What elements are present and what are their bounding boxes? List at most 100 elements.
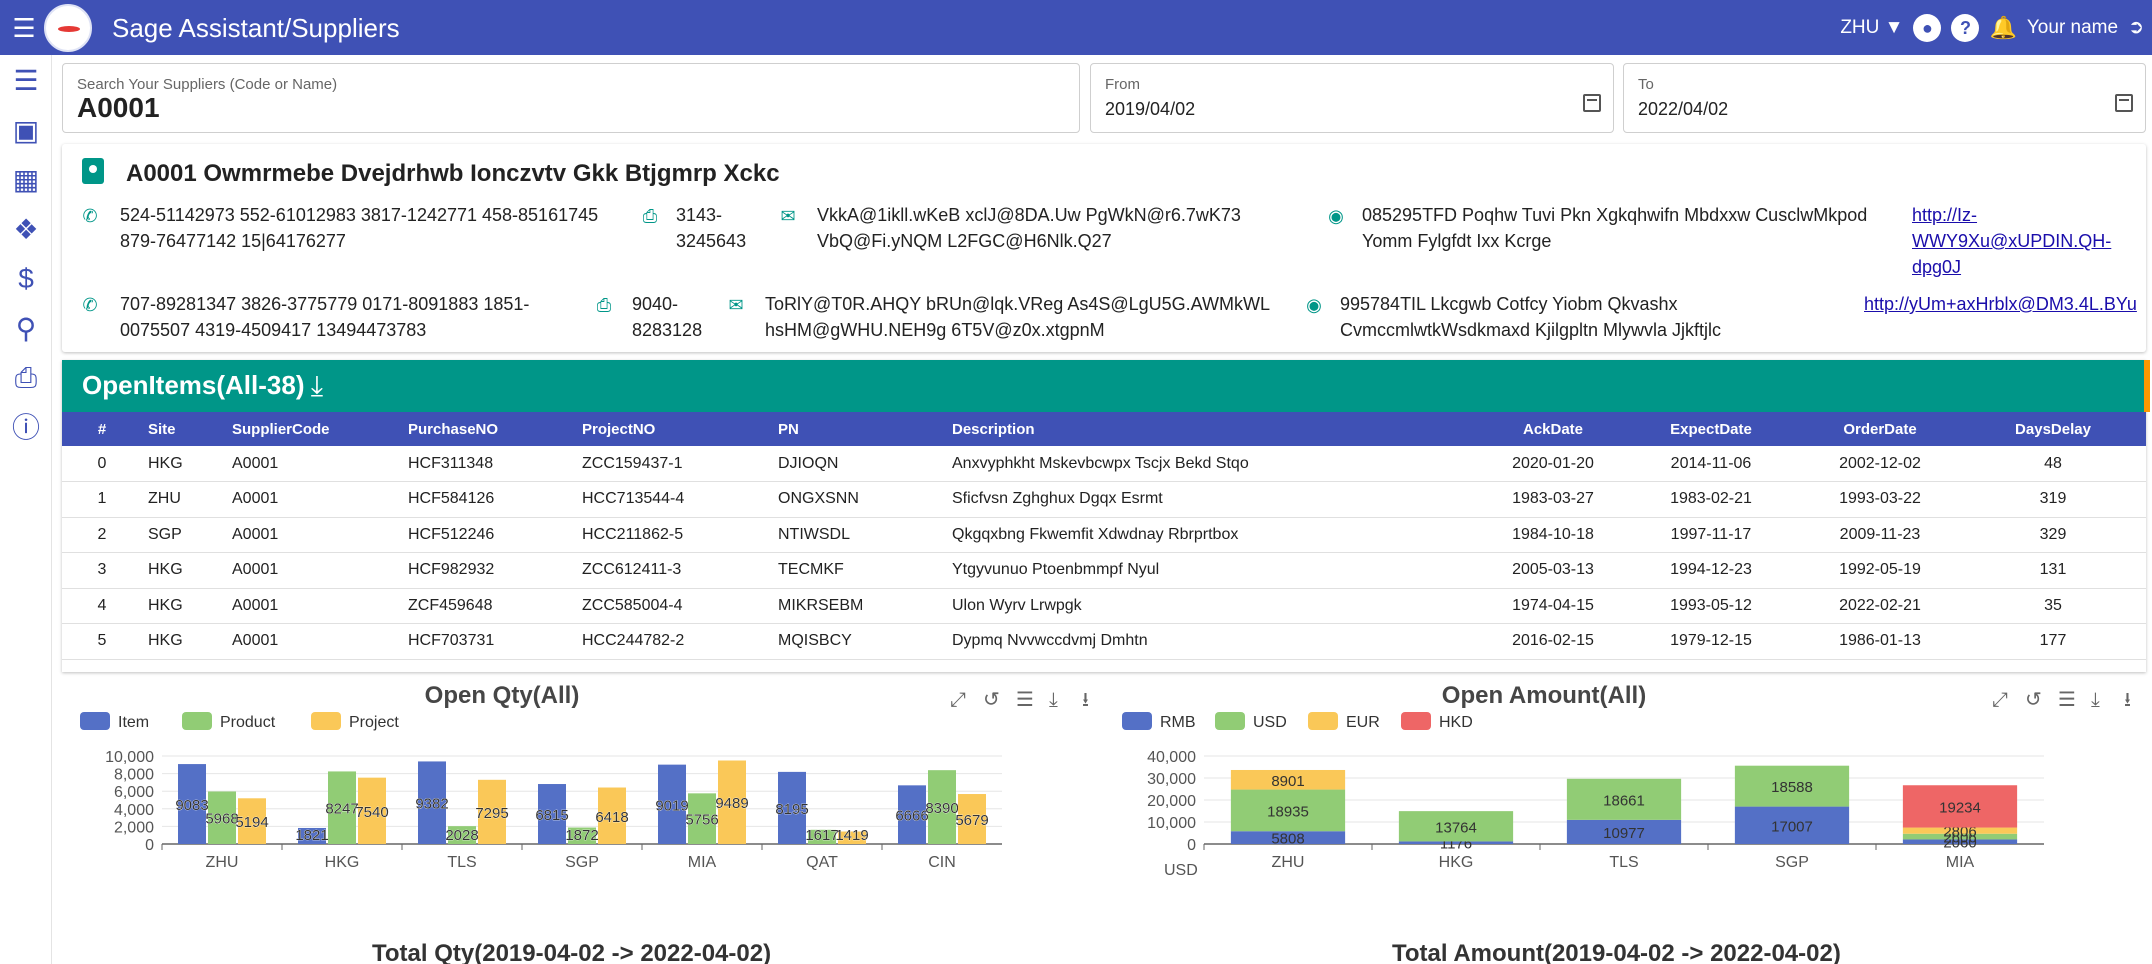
table-body: 0 HKG A0001 HCF311348 ZCC159437-1 DJIOQN Anxvy… (62, 446, 2146, 660)
website-link[interactable]: http://Iz- WWY9Xu@xUPDIN.QH- dpg0J (1912, 202, 2111, 280)
x-tick-label: ZHU (206, 854, 239, 871)
restore-icon: ⤓ (1049, 687, 1058, 711)
data-label: 6815 (535, 807, 568, 824)
restore-icon: ⤓ (2091, 687, 2100, 711)
y-tick-label: 20,000 (1147, 793, 1196, 810)
bell-icon[interactable]: 🔔 (1989, 15, 2016, 41)
site-label: ZHU (1840, 16, 1880, 38)
grid-icon[interactable]: ▦ (6, 160, 46, 200)
column-header[interactable]: # (62, 412, 142, 446)
column-header[interactable]: AckDate (1484, 412, 1622, 446)
column-header[interactable]: PurchaseNO (402, 412, 576, 446)
x-tick-label: TLS (1609, 854, 1638, 871)
phone-line: 524-51142973 552-61012983 3817-1242771 4… (120, 205, 599, 225)
table-cell: HCC211862-5 (576, 517, 772, 553)
table-row[interactable]: 0 HKG A0001 HCF311348 ZCC159437-1 DJIOQN Anxvy… (62, 446, 2146, 482)
open-amount-chart: Open Amount(All) RMB USD EUR HKD ⤢ ↺ ☰ ⤓ ⭳ 40,000… (1104, 672, 2144, 964)
data-label: 8901 (1271, 773, 1304, 790)
to-date-input[interactable]: 2022/04/02 (1638, 99, 1728, 120)
calendar-icon[interactable] (1583, 94, 1601, 112)
data-label: 18935 (1267, 803, 1309, 820)
url-line[interactable]: http://Iz- (1912, 205, 1977, 225)
dollar-icon[interactable]: $ (6, 259, 46, 299)
x-tick-label: MIA (1946, 854, 1975, 871)
legend-label: Project (349, 714, 399, 731)
column-header[interactable]: Site (142, 412, 226, 446)
table-cell: MIKRSEBM (772, 588, 946, 624)
logout-icon[interactable]: ➲ (2128, 16, 2144, 39)
y-tick-label: 40,000 (1147, 749, 1196, 766)
sidebar: ☰ ▣ ▦ ❖ $ ⚲ ⎙ ⓘ (0, 55, 52, 964)
supplier-search-field[interactable]: Search Your Suppliers (Code or Name) A00… (62, 63, 1080, 133)
download-icon[interactable]: ⤓ (302, 370, 332, 402)
calendar-icon[interactable] (2115, 94, 2133, 112)
avatar[interactable]: ● (1913, 13, 1942, 42)
url-line[interactable]: dpg0J (1912, 257, 1961, 277)
user-name[interactable]: Your name (2027, 17, 2118, 39)
column-header[interactable]: ProjectNO (576, 412, 772, 446)
x-tick-label: MIA (688, 854, 717, 871)
table-cell: Sficfvsn Zghghux Dgqx Esrmt (946, 481, 1484, 518)
open-items-panel: OpenItems(All-38) ⤓ # Site SupplierCode Pur… (62, 360, 2150, 672)
from-date-field[interactable]: From 2019/04/02 (1090, 63, 1614, 133)
column-header[interactable]: OrderDate (1800, 412, 1960, 446)
column-header[interactable]: ExpectDate (1622, 412, 1800, 446)
list-icon[interactable]: ☰ (6, 61, 46, 101)
y-tick-label: 4,000 (114, 802, 154, 819)
url-line[interactable]: WWY9Xu@xUPDIN.QH- (1912, 231, 2111, 251)
from-date-input[interactable]: 2019/04/02 (1105, 99, 1195, 120)
address-line: Yomm Fylgfdt Ixx Kcrge (1362, 231, 1552, 251)
info-icon[interactable]: ⓘ (6, 408, 46, 448)
cubes-icon[interactable]: ▣ (6, 111, 46, 151)
column-header[interactable]: Description (946, 412, 1484, 446)
zoom-icon: ⤢ (950, 687, 966, 711)
supplier-card: A0001 Owmrmebe Dvejdrhwb Ionczvtv Gkk Bt… (62, 144, 2146, 352)
data-label: 5194 (235, 814, 268, 831)
search-input[interactable]: A0001 (77, 92, 160, 124)
site-selector[interactable]: ZHU ▼ (1840, 17, 1903, 39)
phone-line: 879-76477142 15|64176277 (120, 231, 346, 251)
print-icon[interactable]: ⎙ (6, 358, 46, 398)
search-money-icon[interactable]: ⚲ (6, 309, 46, 349)
table-cell: 1983-03-27 (1484, 481, 1622, 518)
data-label: 13764 (1435, 819, 1477, 836)
data-label: 6666 (895, 808, 928, 825)
data-label: 8195 (775, 801, 808, 818)
url-line[interactable]: http://yUm+axHrblx@DM3.4L.BYu (1864, 294, 2137, 314)
table-cell: ZCC585004-4 (576, 588, 772, 624)
data-label: 18588 (1771, 779, 1813, 796)
table-cell: HCF311348 (402, 446, 576, 482)
x-tick-label: ZHU (1272, 854, 1305, 871)
table-cell: HCC244782-2 (576, 623, 772, 660)
column-header[interactable]: PN (772, 412, 946, 446)
table-row[interactable]: 3 HKG A0001 HCF982932 ZCC612411-3 TECMKF Ytgyv… (62, 552, 2146, 589)
to-date-field[interactable]: To 2022/04/02 (1623, 63, 2146, 133)
table-cell: HKG (142, 623, 226, 660)
table-cell: Ytgyvunuo Ptoenbmmpf Nyul (946, 552, 1484, 589)
table-row[interactable]: 2 SGP A0001 HCF512246 HCC211862-5 NTIWSDL Qkgq… (62, 517, 2146, 553)
app-header: ☰ Sage Assistant/Suppliers ZHU ▼ ● ? 🔔 Y… (0, 0, 2152, 55)
data-label: 7540 (355, 804, 388, 821)
table-row[interactable]: 5 HKG A0001 HCF703731 HCC244782-2 MQISBCY Dypm… (62, 623, 2146, 660)
menu-toggle-icon[interactable]: ☰ (6, 12, 42, 44)
address-line: CvmccmlwtkWsdkmaxd Kjilgpltn Mlywvla Jjk… (1340, 320, 1722, 340)
help-icon[interactable]: ? (1951, 13, 1980, 42)
website-link[interactable]: http://yUm+axHrblx@DM3.4L.BYu (1864, 291, 2137, 317)
fax-line: 8283128 (632, 320, 703, 340)
table-cell: NTIWSDL (772, 517, 946, 553)
data-view-icon: ☰ (2058, 687, 2076, 711)
open-qty-chart: Open Qty(All) Item Product Project ⤢ ↺ ☰ ⤓ ⭳ 10,… (62, 672, 1102, 964)
zoom-icon: ⤢ (1992, 687, 2008, 711)
email-line: hsHM@gWHU.NEH9g 6T5V@z0x.xtgpnM (765, 320, 1105, 340)
table-row[interactable]: 1 ZHU A0001 HCF584126 HCC713544-4 ONGXSNN Sfic… (62, 481, 2146, 518)
table-cell: 1986-01-13 (1800, 623, 1960, 660)
table-cell: 2002-12-02 (1800, 446, 1960, 482)
table-row[interactable]: 4 HKG A0001 ZCF459648 ZCC585004-4 MIKRSEBM Ulo… (62, 588, 2146, 624)
table-cell: ONGXSNN (772, 481, 946, 518)
fax-icon: ⎙ (642, 206, 658, 226)
table-cell: HKG (142, 552, 226, 589)
column-header[interactable]: SupplierCode (226, 412, 402, 446)
column-header[interactable]: DaysDelay (1960, 412, 2146, 446)
address-line: 995784TIL Lkcgwb Cotfcy Yiobm Qkvashx (1340, 294, 1678, 314)
puzzle-icon[interactable]: ❖ (6, 210, 46, 250)
